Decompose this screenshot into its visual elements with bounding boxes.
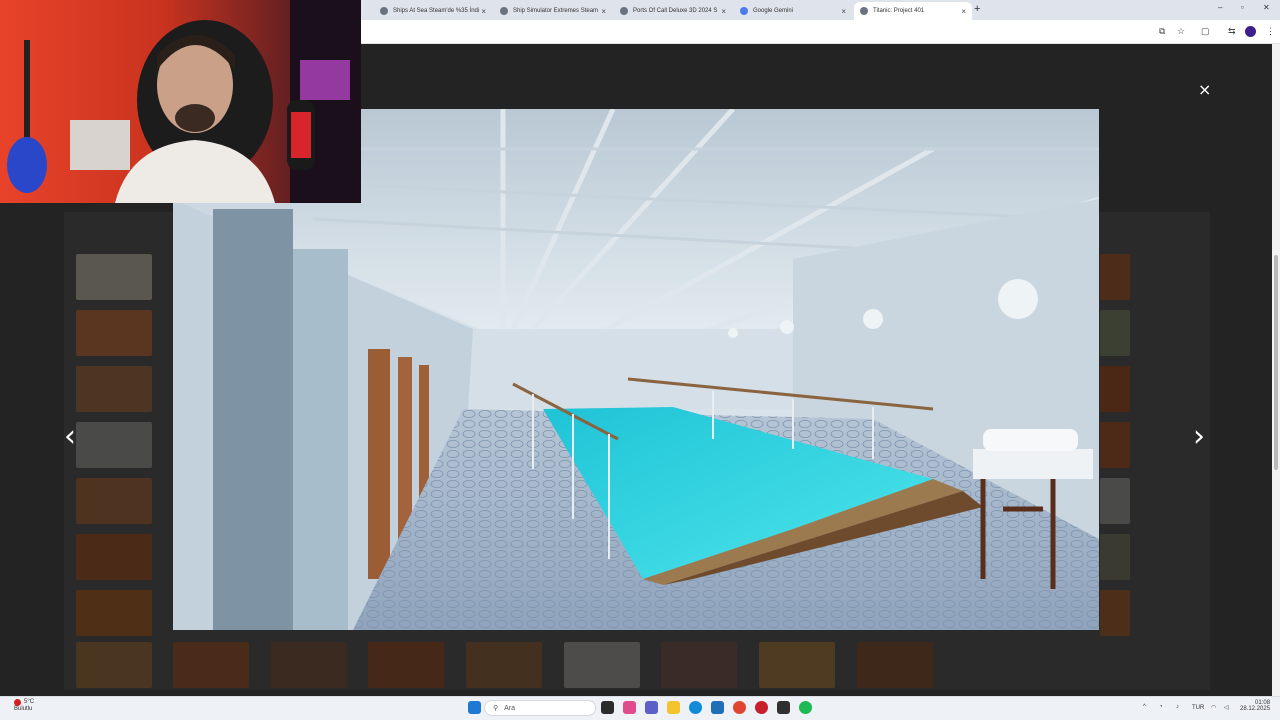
gallery-thumbnail[interactable] — [1100, 366, 1130, 412]
gallery-thumbnail[interactable] — [466, 642, 542, 688]
obs-icon[interactable] — [777, 701, 790, 714]
clock-date: 28.12.2025 — [1240, 706, 1271, 712]
gallery-thumbnail[interactable] — [76, 366, 152, 412]
page-scrollbar-thumb[interactable] — [1274, 255, 1278, 470]
gallery-thumbnail[interactable] — [76, 422, 152, 468]
gallery-thumbnail[interactable] — [271, 642, 347, 688]
tab-title: Ship Simulator Extremes Steam — [513, 8, 599, 14]
gallery-thumbnail[interactable] — [76, 254, 152, 300]
bookmark-star-icon[interactable]: ☆ — [1177, 26, 1185, 37]
profile-avatar-icon[interactable] — [1245, 26, 1256, 37]
menu-kebab-icon[interactable]: ⋮ — [1266, 26, 1275, 37]
steam-favicon-icon — [380, 7, 388, 15]
gallery-thumbnail[interactable] — [76, 642, 152, 688]
teams-icon[interactable] — [645, 701, 658, 714]
gemini-favicon-icon — [740, 7, 748, 15]
volume-icon[interactable]: ◁ — [1224, 704, 1229, 711]
taskbar-clock[interactable]: 01:08 28.12.2025 — [1240, 700, 1270, 712]
task-view-icon[interactable] — [601, 701, 614, 714]
tray-chevron-icon[interactable]: ^ — [1143, 704, 1146, 710]
next-image-button[interactable]: › — [1193, 422, 1205, 452]
gallery-thumbnail[interactable] — [1100, 422, 1130, 468]
close-window-button[interactable]: ✕ — [1263, 3, 1270, 12]
gallery-thumbnail[interactable] — [76, 534, 152, 580]
file-explorer-icon[interactable] — [667, 701, 680, 714]
input-language[interactable]: TUR — [1192, 705, 1204, 711]
copilot-icon[interactable] — [623, 701, 636, 714]
webcam-overlay — [0, 0, 361, 203]
search-placeholder: Ara — [504, 704, 516, 712]
store-icon[interactable] — [711, 701, 724, 714]
weather-text: Bulutlu — [14, 706, 33, 712]
gallery-thumbnail[interactable] — [76, 478, 152, 524]
minimize-button[interactable]: – — [1218, 3, 1222, 12]
chrome-icon[interactable] — [733, 701, 746, 714]
restore-button[interactable]: ▫ — [1241, 3, 1244, 12]
tab-title: Ships At Sea Steam'de %35 İndi — [393, 8, 480, 14]
gallery-thumbnail[interactable] — [76, 310, 152, 356]
site-favicon-icon — [860, 7, 868, 15]
gallery-thumbnail[interactable] — [564, 642, 640, 688]
gallery-thumbnail[interactable] — [1100, 478, 1130, 524]
tab-close-icon[interactable]: × — [961, 7, 966, 16]
browser-tab-active[interactable]: Titanic: Project 401 × — [854, 2, 972, 20]
windows-taskbar — [0, 696, 1280, 720]
gallery-thumbnail[interactable] — [857, 642, 933, 688]
windows-start-icon[interactable] — [468, 701, 481, 714]
steam-favicon-icon — [500, 7, 508, 15]
browser-tab[interactable]: Ships At Sea Steam'de %35 İndi × — [374, 2, 492, 20]
gallery-thumbnail[interactable] — [173, 642, 249, 688]
gallery-thumbnail[interactable] — [759, 642, 835, 688]
network-icon[interactable]: ◔ — [1159, 704, 1163, 710]
browser-tab[interactable]: Ship Simulator Extremes Steam × — [494, 2, 612, 20]
browser-tab[interactable]: Ports Of Call Deluxe 3D 2024 S × — [614, 2, 732, 20]
tab-close-icon[interactable]: × — [601, 7, 606, 16]
tab-close-icon[interactable]: × — [481, 7, 486, 16]
microphone-icon[interactable]: ♪ — [1176, 704, 1179, 710]
gallery-thumbnail[interactable] — [76, 590, 152, 636]
gallery-thumbnail[interactable] — [661, 642, 737, 688]
previous-image-button[interactable]: ‹ — [64, 422, 76, 452]
tab-close-icon[interactable]: × — [841, 7, 846, 16]
extensions-icon[interactable]: ▢ — [1201, 26, 1210, 37]
tab-title: Ports Of Call Deluxe 3D 2024 S — [633, 8, 718, 14]
chrome-profile-icon[interactable] — [755, 701, 768, 714]
translate-icon[interactable]: ⧉ — [1159, 26, 1165, 37]
weather-alert-icon — [14, 699, 21, 706]
spotify-icon[interactable] — [799, 701, 812, 714]
gallery-thumbnail[interactable] — [1100, 590, 1130, 636]
edge-icon[interactable] — [689, 701, 702, 714]
gallery-thumbnail[interactable] — [1100, 534, 1130, 580]
tab-close-icon[interactable]: × — [721, 7, 726, 16]
sidebar-icon[interactable]: ⇆ — [1228, 26, 1236, 37]
steam-favicon-icon — [620, 7, 628, 15]
browser-tab[interactable]: Google Gemini × — [734, 2, 852, 20]
gallery-thumbnail[interactable] — [368, 642, 444, 688]
gallery-thumbnail[interactable] — [1100, 310, 1130, 356]
tab-title: Titanic: Project 401 — [873, 8, 925, 14]
wifi-icon[interactable]: ◠ — [1211, 704, 1216, 711]
lightbox-close-button[interactable]: × — [1198, 80, 1211, 99]
webcam-feed-icon — [0, 0, 361, 203]
search-icon: ⚲ — [493, 705, 499, 712]
tab-title: Google Gemini — [753, 8, 794, 14]
new-tab-button[interactable]: + — [974, 3, 980, 15]
gallery-thumbnail[interactable] — [1100, 254, 1130, 300]
taskbar-search[interactable]: ⚲ Ara — [484, 700, 596, 716]
